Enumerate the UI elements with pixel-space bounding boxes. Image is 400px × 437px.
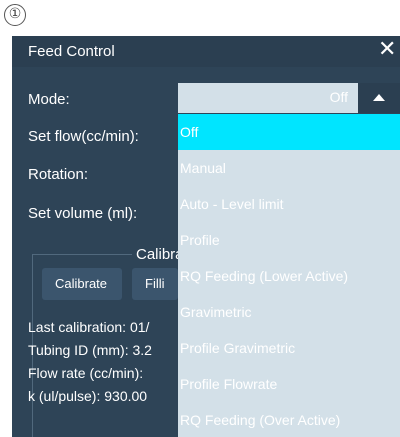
close-icon[interactable]: ✕ [378, 37, 396, 62]
mode-option-rq-feeding-over[interactable]: RQ Feeding (Over Active) [178, 402, 400, 437]
mode-dropdown-menu: Off Manual Auto - Level limit Profile RQ… [178, 114, 400, 437]
feed-control-dialog: Feed Control ✕ Mode: Set flow(cc/min): R… [12, 36, 400, 437]
mode-option-off[interactable]: Off [178, 114, 400, 150]
mode-option-manual[interactable]: Manual [178, 150, 400, 186]
chevron-up-icon[interactable] [358, 83, 400, 113]
mode-option-profile[interactable]: Profile [178, 222, 400, 258]
set-volume-label: Set volume (ml): [28, 205, 138, 222]
mode-option-profile-flowrate[interactable]: Profile Flowrate [178, 366, 400, 402]
tubing-id-text: Tubing ID (mm): 3.2 [28, 342, 152, 358]
last-calibration-text: Last calibration: 01/ [28, 319, 150, 335]
flow-rate-text: Flow rate (cc/min): [28, 365, 144, 381]
mode-option-rq-feeding-lower[interactable]: RQ Feeding (Lower Active) [178, 258, 400, 294]
mode-option-gravimetric[interactable]: Gravimetric [178, 294, 400, 330]
dialog-title: Feed Control [28, 43, 115, 60]
k-value-text: k (ul/pulse): 930.00 [28, 388, 148, 404]
set-flow-label: Set flow(cc/min): [28, 128, 139, 145]
rotation-label: Rotation: [28, 166, 89, 183]
mode-option-auto-level-limit[interactable]: Auto - Level limit [178, 186, 400, 222]
mode-option-profile-gravimetric[interactable]: Profile Gravimetric [178, 330, 400, 366]
mode-select[interactable]: Off [178, 83, 400, 113]
calibrate-button[interactable]: Calibrate [42, 268, 122, 300]
mode-label: Mode: [28, 91, 70, 108]
dialog-titlebar: Feed Control ✕ [12, 36, 400, 67]
step-number-marker: ① [4, 4, 26, 26]
fill-button[interactable]: Filli [132, 268, 178, 300]
mode-select-value: Off [329, 89, 348, 105]
